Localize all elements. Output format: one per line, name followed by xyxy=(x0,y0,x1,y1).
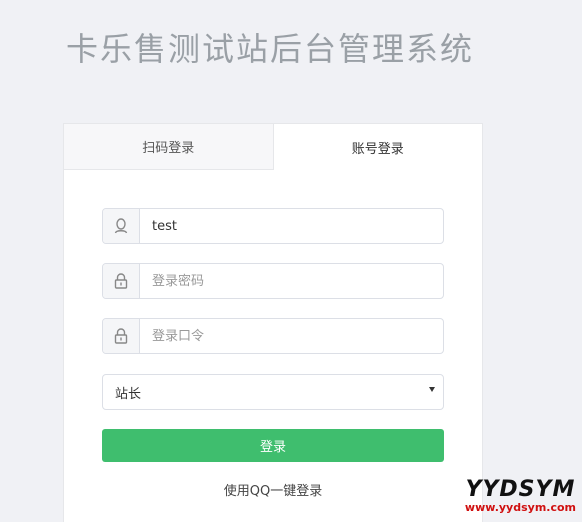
token-field xyxy=(102,318,444,354)
role-select[interactable]: 站长 xyxy=(102,374,444,410)
watermark-logo: YYDSYM xyxy=(465,477,576,502)
username-input[interactable] xyxy=(140,209,443,243)
login-tabs: 扫码登录 账号登录 xyxy=(64,124,482,170)
login-card: 扫码登录 账号登录 test 登录口令 站长 登录 使用QQ一键登录 xyxy=(63,123,483,522)
qq-login-link[interactable]: 使用QQ一键登录 xyxy=(64,480,482,499)
login-button[interactable]: 登录 xyxy=(102,429,444,462)
username-field xyxy=(102,208,444,244)
watermark-url: www.yydsym.com xyxy=(464,501,576,514)
caret-down-icon xyxy=(429,387,435,392)
lock-icon xyxy=(103,319,140,353)
password-input[interactable] xyxy=(140,264,443,298)
tab-scan-login[interactable]: 扫码登录 xyxy=(64,124,274,170)
role-select-value: 站长 xyxy=(115,386,142,402)
watermark: YYDSYM www.yydsym.com xyxy=(465,479,576,515)
lock-icon xyxy=(103,264,140,298)
token-input[interactable] xyxy=(140,319,443,353)
page-title: 卡乐售测试站后台管理系统 xyxy=(66,30,475,68)
password-field xyxy=(102,263,444,299)
user-icon xyxy=(103,209,140,243)
tab-account-login[interactable]: 账号登录 xyxy=(273,124,482,170)
